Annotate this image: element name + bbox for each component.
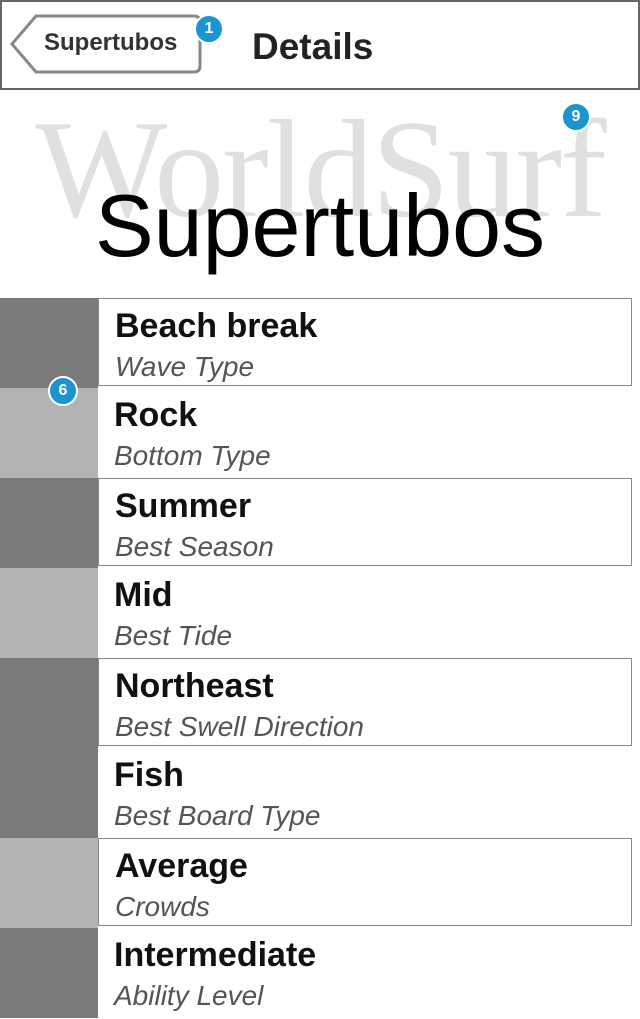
row-swatch	[0, 478, 98, 568]
detail-label: Crowds	[115, 891, 210, 922]
hero-badge: 9	[561, 102, 591, 132]
detail-value: Summer	[115, 487, 252, 525]
row-swatch	[0, 388, 98, 478]
detail-label: Best Swell Direction	[115, 711, 364, 742]
detail-label: Best Season	[115, 531, 274, 562]
spot-name-heading: Supertubos	[94, 176, 546, 275]
back-badge: 1	[194, 14, 224, 44]
row-swatch	[0, 658, 98, 748]
detail-row-best-tide[interactable]: Mid Best Tide	[0, 568, 640, 658]
detail-value: Mid	[114, 576, 173, 614]
detail-row-crowds[interactable]: Average Crowds	[0, 838, 640, 928]
detail-row-best-season[interactable]: Summer Best Season	[0, 478, 640, 568]
back-button[interactable]: Supertubos	[10, 14, 202, 74]
row-swatch	[0, 928, 98, 1018]
detail-row-ability-level[interactable]: Intermediate Ability Level	[0, 928, 640, 1018]
detail-value: Beach break	[115, 307, 318, 345]
row-swatch	[0, 748, 98, 838]
list-badge: 6	[48, 376, 78, 406]
navigation-bar: Supertubos 1 Details	[0, 0, 640, 90]
detail-row-bottom-type[interactable]: Rock Bottom Type	[0, 388, 640, 478]
detail-value: Northeast	[115, 667, 274, 705]
row-swatch	[0, 298, 98, 388]
detail-row-swell-direction[interactable]: Northeast Best Swell Direction	[0, 658, 640, 748]
details-list: Beach break Wave Type Rock Bottom Type S…	[0, 298, 640, 1018]
detail-label: Wave Type	[115, 351, 255, 382]
detail-value: Rock	[114, 396, 198, 434]
detail-label: Bottom Type	[114, 440, 271, 471]
row-swatch	[0, 568, 98, 658]
detail-value: Intermediate	[114, 936, 317, 974]
page-title: Details	[252, 26, 374, 67]
row-swatch	[0, 838, 98, 928]
detail-label: Best Tide	[114, 620, 233, 651]
back-button-label: Supertubos	[44, 29, 178, 56]
detail-row-board-type[interactable]: Fish Best Board Type	[0, 748, 640, 838]
detail-row-wave-type[interactable]: Beach break Wave Type	[0, 298, 640, 388]
detail-value: Average	[115, 847, 248, 885]
detail-label: Ability Level	[114, 980, 264, 1011]
detail-value: Fish	[114, 756, 184, 794]
detail-label: Best Board Type	[114, 800, 321, 831]
